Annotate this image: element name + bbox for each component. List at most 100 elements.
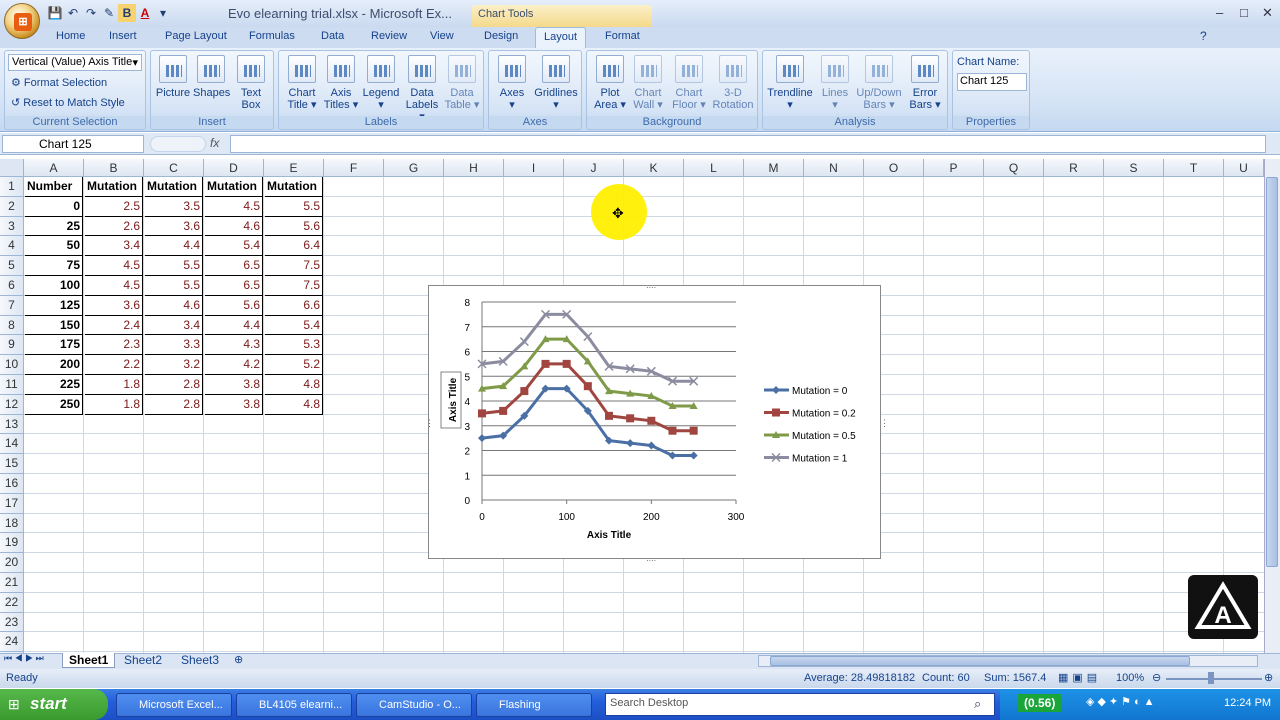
table-cell[interactable]: 5.6 bbox=[265, 216, 323, 237]
table-cell[interactable]: 5.5 bbox=[265, 196, 323, 217]
tab-review[interactable]: Review bbox=[371, 30, 407, 42]
row-header[interactable]: 24 bbox=[0, 632, 24, 653]
table-cell[interactable]: 5.5 bbox=[145, 256, 203, 276]
table-cell[interactable]: 4.2 bbox=[205, 355, 263, 375]
table-cell[interactable]: 200 bbox=[25, 355, 83, 375]
row-header[interactable]: 16 bbox=[0, 474, 24, 494]
column-header[interactable]: C bbox=[144, 159, 204, 177]
error-bars-button[interactable]: Error Bars ▾ bbox=[905, 55, 945, 111]
insert-sheet-icon[interactable]: ⊕ bbox=[234, 653, 243, 666]
chart-floor-button[interactable]: Chart Floor ▾ bbox=[669, 55, 709, 111]
row-header[interactable]: 20 bbox=[0, 553, 24, 573]
axes-button[interactable]: Axes ▾ bbox=[493, 55, 531, 111]
chart-name-input[interactable]: Chart 125 bbox=[957, 73, 1027, 91]
chart-wall-button[interactable]: Chart Wall ▾ bbox=[629, 55, 667, 111]
table-cell[interactable]: 2.5 bbox=[85, 196, 143, 217]
name-box[interactable]: Chart 125 bbox=[2, 135, 144, 153]
table-cell[interactable]: 4.6 bbox=[145, 295, 203, 316]
save-icon[interactable]: 💾 bbox=[46, 4, 64, 22]
table-cell[interactable]: 3.5 bbox=[145, 196, 203, 217]
table-cell[interactable]: 5.3 bbox=[265, 335, 323, 356]
sheet-tab-3[interactable]: Sheet3 bbox=[175, 653, 225, 668]
table-cell[interactable]: 25 bbox=[25, 216, 83, 237]
table-cell[interactable]: 5.4 bbox=[205, 236, 263, 257]
table-cell[interactable]: 3.8 bbox=[205, 375, 263, 395]
undo-icon[interactable]: ↶ bbox=[64, 4, 82, 22]
row-header[interactable]: 6 bbox=[0, 276, 24, 296]
tray-indicator[interactable]: (0.56) bbox=[1018, 694, 1062, 712]
formula-input[interactable] bbox=[230, 135, 1266, 153]
legend-button[interactable]: Legend ▾ bbox=[361, 55, 401, 111]
row-header[interactable]: 21 bbox=[0, 573, 24, 593]
row-header[interactable]: 11 bbox=[0, 375, 24, 395]
row-header[interactable]: 14 bbox=[0, 434, 24, 455]
column-header[interactable]: H bbox=[444, 159, 504, 177]
row-header[interactable]: 4 bbox=[0, 236, 24, 257]
table-cell[interactable]: 50 bbox=[25, 236, 83, 257]
table-cell[interactable]: 3.6 bbox=[85, 295, 143, 316]
table-cell[interactable]: 6.4 bbox=[265, 236, 323, 257]
column-header[interactable]: E bbox=[264, 159, 324, 177]
tab-view[interactable]: View bbox=[430, 30, 454, 42]
search-icon[interactable]: ⌕ bbox=[974, 696, 981, 712]
table-cell[interactable]: 1.8 bbox=[85, 394, 143, 415]
column-header[interactable]: L bbox=[684, 159, 744, 177]
bold-icon[interactable]: B bbox=[118, 4, 136, 22]
tab-layout[interactable]: Layout bbox=[535, 27, 587, 49]
table-cell[interactable]: 1.8 bbox=[85, 375, 143, 395]
table-cell[interactable]: 7.5 bbox=[265, 256, 323, 276]
table-cell[interactable]: 4.6 bbox=[205, 216, 263, 237]
table-cell[interactable]: 2.8 bbox=[145, 375, 203, 395]
zoom-level[interactable]: 100% bbox=[1116, 672, 1144, 684]
zoom-slider[interactable] bbox=[1166, 678, 1262, 680]
column-header[interactable]: R bbox=[1044, 159, 1104, 177]
resize-handle-bottom[interactable]: ∙∙∙∙ bbox=[646, 555, 656, 565]
data-table-button[interactable]: Data Table ▾ bbox=[442, 55, 482, 111]
taskbar-bl4105[interactable]: BL4105 elearni... bbox=[236, 693, 352, 717]
plot-area-button[interactable]: Plot Area ▾ bbox=[591, 55, 629, 111]
column-header[interactable]: O bbox=[864, 159, 924, 177]
row-header[interactable]: 15 bbox=[0, 454, 24, 474]
help-icon[interactable]: ? bbox=[1200, 29, 1207, 43]
insert-function-button[interactable]: fx bbox=[210, 136, 219, 150]
row-header[interactable]: 3 bbox=[0, 216, 24, 237]
table-cell[interactable]: 3.2 bbox=[145, 355, 203, 375]
table-cell[interactable]: 250 bbox=[25, 394, 83, 415]
table-cell[interactable]: 4.5 bbox=[85, 276, 143, 296]
table-cell[interactable]: 0 bbox=[25, 196, 83, 217]
column-header[interactable]: S bbox=[1104, 159, 1164, 177]
table-cell[interactable]: 2.2 bbox=[85, 355, 143, 375]
table-cell[interactable]: 3.8 bbox=[205, 394, 263, 415]
column-header[interactable]: T bbox=[1164, 159, 1224, 177]
table-cell[interactable]: 2.4 bbox=[85, 315, 143, 336]
table-cell[interactable]: 2.3 bbox=[85, 335, 143, 356]
lines-button[interactable]: Lines ▾ bbox=[817, 55, 853, 111]
table-cell[interactable]: Mutation bbox=[265, 177, 323, 197]
column-header[interactable]: J bbox=[564, 159, 624, 177]
font-color-icon[interactable]: A bbox=[136, 4, 154, 22]
sheet-tab-1[interactable]: Sheet1 bbox=[62, 653, 116, 668]
table-cell[interactable]: 4.5 bbox=[205, 196, 263, 217]
sheet-tab-2[interactable]: Sheet2 bbox=[118, 653, 168, 668]
format-painter-icon[interactable]: ✎ bbox=[100, 4, 118, 22]
line-chart[interactable]: 0 1 2 3 4 5 6 7 8 0 100 200 300 Axis Title Axis Title M… bbox=[428, 285, 881, 559]
horizontal-scroll-thumb[interactable] bbox=[770, 656, 1190, 666]
table-cell[interactable]: 5.4 bbox=[265, 315, 323, 336]
select-all-corner[interactable] bbox=[0, 159, 24, 177]
column-header[interactable]: N bbox=[804, 159, 864, 177]
minimize-button[interactable]: – bbox=[1216, 5, 1223, 20]
tab-page-layout[interactable]: Page Layout bbox=[165, 30, 227, 42]
row-header[interactable]: 8 bbox=[0, 315, 24, 336]
axis-titles-button[interactable]: Axis Titles ▾ bbox=[322, 55, 360, 111]
view-buttons-icon[interactable]: ▦▣▤ bbox=[1058, 671, 1101, 684]
table-cell[interactable]: 7.5 bbox=[265, 276, 323, 296]
table-cell[interactable]: 150 bbox=[25, 315, 83, 336]
row-header[interactable]: 5 bbox=[0, 256, 24, 276]
table-cell[interactable]: 6.5 bbox=[205, 256, 263, 276]
table-cell[interactable]: 3.4 bbox=[85, 236, 143, 257]
table-cell[interactable]: 5.2 bbox=[265, 355, 323, 375]
chart-title-button[interactable]: Chart Title ▾ bbox=[283, 55, 321, 111]
3d-rotation-button[interactable]: 3-D Rotation bbox=[711, 55, 755, 111]
table-cell[interactable]: 75 bbox=[25, 256, 83, 276]
data-labels-button[interactable]: DataLabels ▾ bbox=[402, 55, 442, 123]
